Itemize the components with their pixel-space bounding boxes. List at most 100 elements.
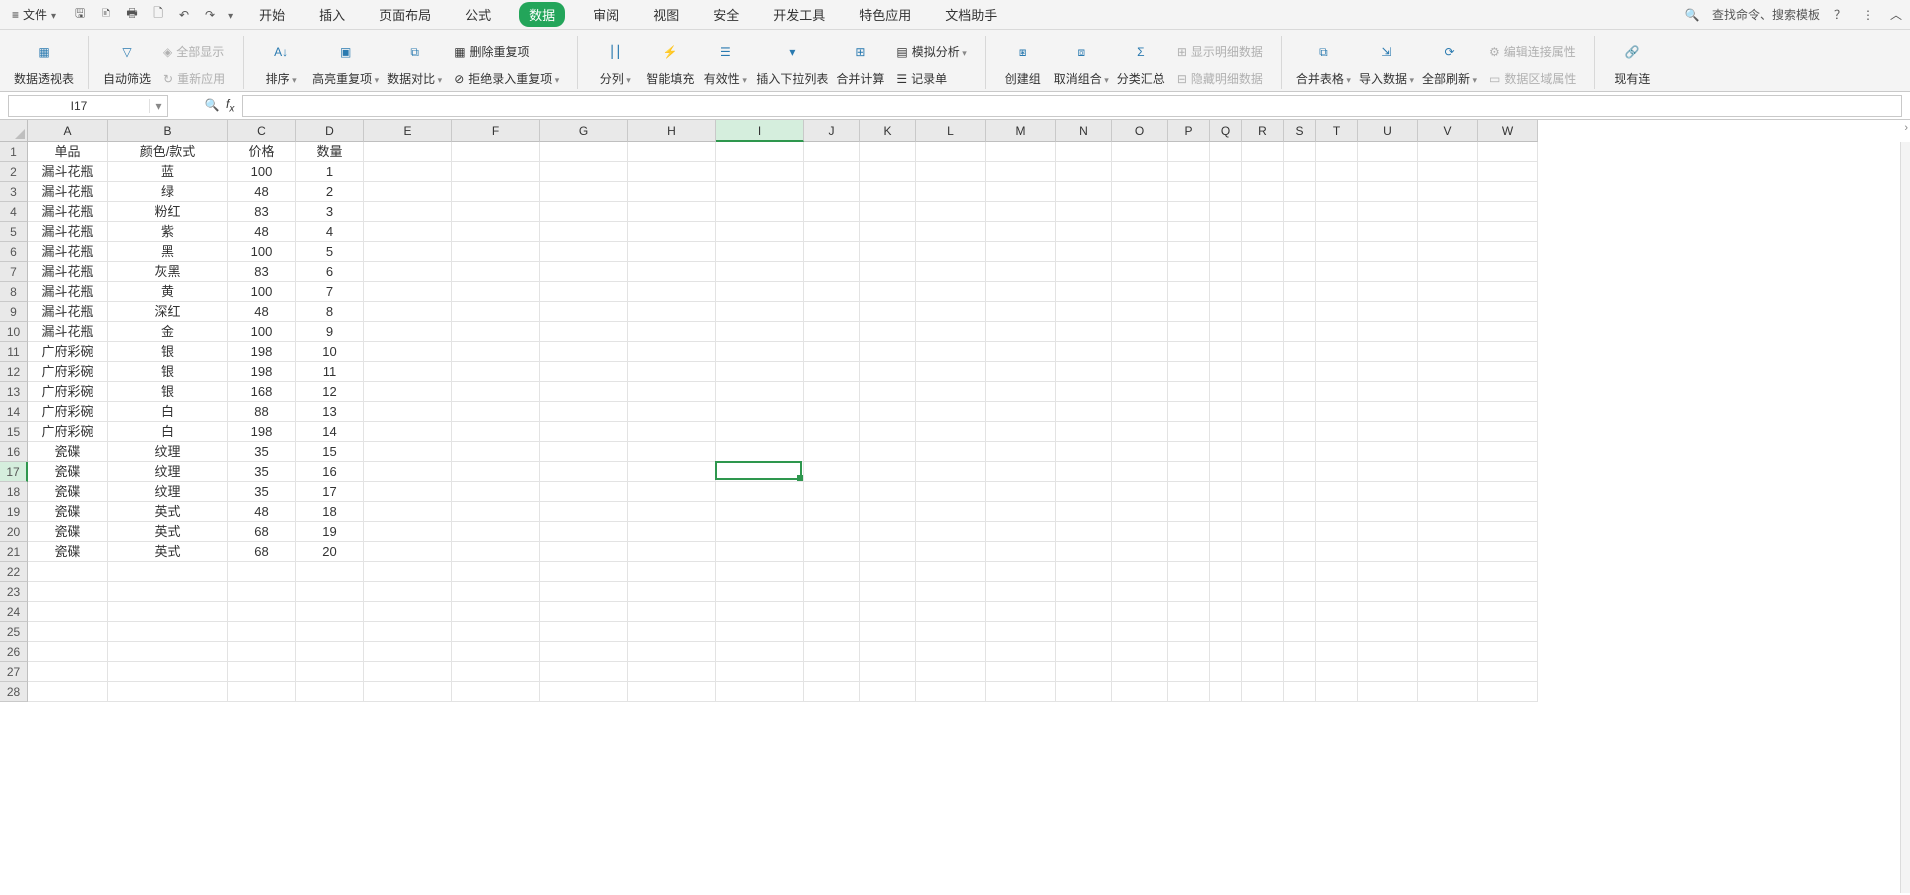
cell[interactable]	[860, 362, 916, 382]
cell[interactable]	[628, 382, 716, 402]
cell[interactable]	[1478, 562, 1538, 582]
cell[interactable]	[1210, 602, 1242, 622]
cell[interactable]	[364, 682, 452, 702]
cell[interactable]	[1242, 542, 1284, 562]
cell[interactable]	[28, 642, 108, 662]
cell[interactable]	[716, 442, 804, 462]
cell[interactable]	[1056, 562, 1112, 582]
cell[interactable]	[1210, 482, 1242, 502]
cell[interactable]	[1284, 222, 1316, 242]
cell[interactable]: 83	[228, 262, 296, 282]
row-header-24[interactable]: 24	[0, 602, 28, 622]
cell[interactable]	[1358, 502, 1418, 522]
cell[interactable]	[628, 282, 716, 302]
cell[interactable]: 深红	[108, 302, 228, 322]
cell[interactable]	[540, 642, 628, 662]
row-header-20[interactable]: 20	[0, 522, 28, 542]
cell[interactable]	[916, 502, 986, 522]
cell[interactable]	[1056, 542, 1112, 562]
col-header-C[interactable]: C	[228, 120, 296, 142]
cell[interactable]	[860, 482, 916, 502]
cell[interactable]	[1112, 542, 1168, 562]
cell[interactable]	[804, 542, 860, 562]
cell[interactable]	[916, 642, 986, 662]
cell[interactable]: 漏斗花瓶	[28, 182, 108, 202]
cell[interactable]	[860, 562, 916, 582]
cell[interactable]	[1168, 442, 1210, 462]
cell[interactable]	[1478, 622, 1538, 642]
cell[interactable]	[1168, 622, 1210, 642]
cell[interactable]	[1242, 282, 1284, 302]
cell[interactable]	[1168, 522, 1210, 542]
cell[interactable]	[860, 662, 916, 682]
cell[interactable]	[804, 622, 860, 642]
cell[interactable]: 100	[228, 282, 296, 302]
cell[interactable]	[1210, 682, 1242, 702]
cell[interactable]: 16	[296, 462, 364, 482]
cell[interactable]	[1358, 482, 1418, 502]
cell[interactable]	[364, 562, 452, 582]
cell[interactable]	[1418, 442, 1478, 462]
cell[interactable]	[1358, 182, 1418, 202]
col-header-P[interactable]: P	[1168, 120, 1210, 142]
cell[interactable]	[1210, 362, 1242, 382]
cell[interactable]	[1210, 522, 1242, 542]
cell[interactable]	[628, 662, 716, 682]
cell[interactable]	[1418, 502, 1478, 522]
data-validation-button[interactable]: ☰ 有效性	[698, 36, 752, 89]
col-header-F[interactable]: F	[452, 120, 540, 142]
col-header-J[interactable]: J	[804, 120, 860, 142]
cell[interactable]	[916, 662, 986, 682]
cell[interactable]	[108, 682, 228, 702]
show-all-button[interactable]: ◈全部显示	[159, 41, 229, 62]
cell[interactable]	[1056, 202, 1112, 222]
cell[interactable]	[628, 462, 716, 482]
cell[interactable]	[860, 582, 916, 602]
cell[interactable]	[1316, 402, 1358, 422]
cell[interactable]: 100	[228, 242, 296, 262]
cell[interactable]: 灰黑	[108, 262, 228, 282]
cell[interactable]: 英式	[108, 502, 228, 522]
col-header-O[interactable]: O	[1112, 120, 1168, 142]
cell[interactable]	[364, 482, 452, 502]
cell[interactable]	[1112, 182, 1168, 202]
subtotal-button[interactable]: Σ 分类汇总	[1113, 36, 1169, 89]
cell[interactable]	[916, 522, 986, 542]
autofilter-button[interactable]: ▽ 自动筛选	[99, 36, 155, 89]
cell[interactable]	[804, 302, 860, 322]
cell[interactable]	[1112, 202, 1168, 222]
cell[interactable]	[1478, 342, 1538, 362]
cell[interactable]	[1358, 442, 1418, 462]
cell[interactable]	[860, 282, 916, 302]
existing-connections-button[interactable]: 🔗 现有连	[1605, 36, 1659, 89]
cell[interactable]	[628, 562, 716, 582]
cell[interactable]	[628, 622, 716, 642]
cell[interactable]	[1284, 682, 1316, 702]
cell[interactable]: 17	[296, 482, 364, 502]
cell[interactable]	[1168, 642, 1210, 662]
cell[interactable]	[1418, 382, 1478, 402]
cell[interactable]	[1418, 182, 1478, 202]
cell[interactable]	[452, 282, 540, 302]
cell[interactable]: 漏斗花瓶	[28, 322, 108, 342]
cell[interactable]	[1242, 342, 1284, 362]
cell[interactable]	[28, 682, 108, 702]
cell[interactable]	[1168, 142, 1210, 162]
cell[interactable]	[716, 522, 804, 542]
highlight-duplicates-button[interactable]: ▣ 高亮重复项	[308, 36, 383, 89]
cell[interactable]	[1478, 282, 1538, 302]
col-header-V[interactable]: V	[1418, 120, 1478, 142]
cell[interactable]	[628, 362, 716, 382]
cell[interactable]	[1242, 622, 1284, 642]
cell[interactable]	[1284, 662, 1316, 682]
cell[interactable]	[716, 262, 804, 282]
cell[interactable]	[1316, 682, 1358, 702]
cell[interactable]	[228, 602, 296, 622]
column-headers[interactable]: ABCDEFGHIJKLMNOPQRSTUVW	[28, 120, 1538, 142]
cell[interactable]	[716, 302, 804, 322]
cell[interactable]	[804, 642, 860, 662]
cell[interactable]	[1242, 222, 1284, 242]
cell[interactable]	[986, 602, 1056, 622]
reapply-button[interactable]: ↻重新应用	[159, 68, 229, 89]
cell[interactable]	[364, 302, 452, 322]
